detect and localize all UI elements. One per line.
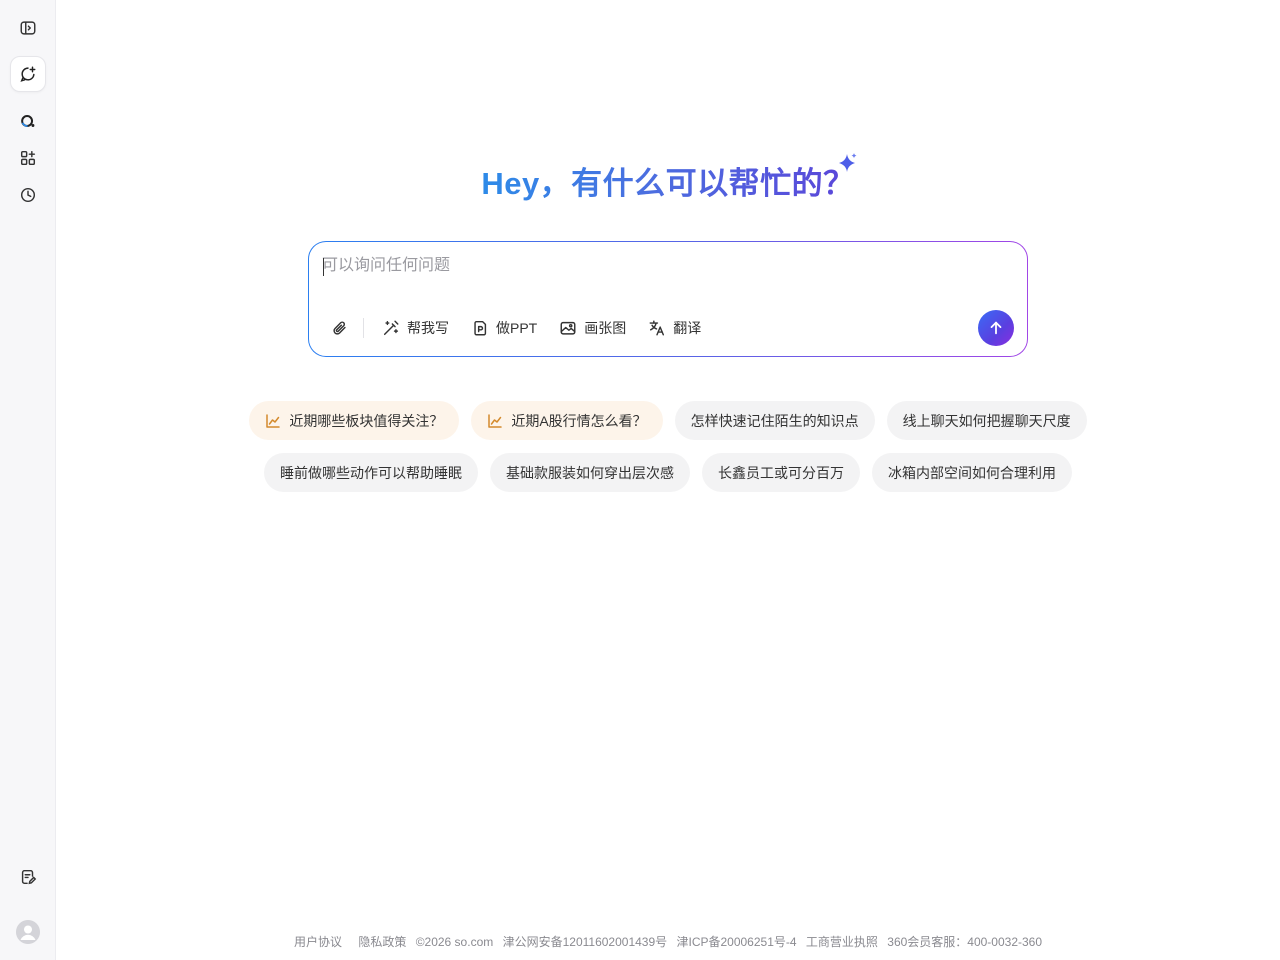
user-avatar[interactable]: [16, 920, 40, 944]
footer: 用户协议 隐私政策 ©2026 so.com 津公网安备120116020014…: [56, 933, 1280, 950]
notes-button[interactable]: [10, 859, 46, 895]
text-caret: [323, 258, 324, 276]
suggestion-chip[interactable]: 冰箱内部空间如何合理利用: [872, 453, 1072, 492]
page-title: Hey，有什么可以帮忙的？: [56, 158, 1280, 203]
suggestion-chip[interactable]: 近期A股行情怎么看？: [471, 401, 663, 440]
new-chat-button[interactable]: [10, 56, 46, 92]
suggestion-row: 睡前做哪些动作可以帮助睡眠 基础款服装如何穿出层次感 长鑫员工或可分百万 冰箱内…: [56, 453, 1280, 492]
new-chat-icon: [20, 66, 36, 82]
composer-toolbar: 帮我写 做PPT 画张图 翻译: [329, 316, 723, 340]
send-button[interactable]: [978, 310, 1014, 346]
suggestion-label: 基础款服装如何穿出层次感: [506, 464, 674, 481]
apps-button[interactable]: [10, 140, 46, 176]
suggestion-label: 长鑫员工或可分百万: [718, 464, 844, 481]
suggestion-label: 近期哪些板块值得关注？: [289, 412, 444, 429]
translate-tool-button[interactable]: 翻译: [648, 318, 701, 338]
magic-wand-icon: [383, 320, 399, 336]
privacy-policy-link[interactable]: 隐私政策: [358, 935, 406, 949]
question-input[interactable]: [322, 254, 962, 278]
search-logo-icon: [21, 115, 35, 127]
image-icon: [560, 321, 576, 335]
suggestion-chip[interactable]: 睡前做哪些动作可以帮助睡眠: [264, 453, 478, 492]
arrow-up-icon: [990, 321, 1002, 335]
composer: 帮我写 做PPT 画张图: [308, 241, 1028, 357]
trend-chart-icon: [266, 413, 281, 428]
ppt-tool-label: 做PPT: [496, 320, 538, 336]
suggestion-chips: 近期哪些板块值得关注？ 近期A股行情怎么看？ 怎样快速记住陌生的知识点 线上聊天…: [56, 401, 1280, 505]
translate-icon: [649, 320, 665, 336]
image-tool-label: 画张图: [584, 320, 627, 336]
suggestion-chip[interactable]: 近期哪些板块值得关注？: [249, 401, 460, 440]
search-logo-button[interactable]: [10, 103, 46, 139]
translate-tool-label: 翻译: [673, 320, 702, 336]
business-license-link[interactable]: 工商营业执照: [806, 935, 878, 949]
suggestion-row: 近期哪些板块值得关注？ 近期A股行情怎么看？ 怎样快速记住陌生的知识点 线上聊天…: [56, 401, 1280, 440]
suggestion-label: 近期A股行情怎么看？: [511, 412, 647, 429]
sparkle-icon: [839, 153, 857, 172]
sidebar-toggle-button[interactable]: [10, 10, 46, 46]
police-record-link[interactable]: 津公网安备12011602001439号: [503, 935, 668, 949]
user-agreement-link[interactable]: 用户协议: [294, 935, 342, 949]
trend-chart-icon: [488, 413, 503, 428]
apps-icon: [20, 150, 36, 166]
main-content: Hey，有什么可以帮忙的？ 可以询问任何问题 帮我写 做PPT 画张图 翻译 近…: [56, 0, 1280, 960]
user-avatar-icon: [16, 920, 40, 944]
suggestion-label: 睡前做哪些动作可以帮助睡眠: [280, 464, 462, 481]
notes-icon: [21, 869, 37, 885]
suggestion-chip[interactable]: 基础款服装如何穿出层次感: [490, 453, 690, 492]
attach-button[interactable]: [329, 317, 351, 339]
write-tool-button[interactable]: 帮我写: [382, 318, 449, 338]
suggestion-chip[interactable]: 线上聊天如何把握聊天尺度: [886, 401, 1087, 440]
write-tool-label: 帮我写: [407, 320, 449, 336]
suggestion-chip[interactable]: 长鑫员工或可分百万: [702, 453, 860, 492]
ppt-tool-button[interactable]: 做PPT: [471, 318, 537, 338]
sidebar: [0, 0, 56, 960]
suggestion-label: 怎样快速记住陌生的知识点: [690, 412, 859, 429]
suggestion-label: 冰箱内部空间如何合理利用: [888, 464, 1056, 481]
suggestion-chip[interactable]: 怎样快速记住陌生的知识点: [674, 401, 875, 440]
suggestion-label: 线上聊天如何把握聊天尺度: [902, 412, 1071, 429]
customer-service-text: 360会员客服：400-0032-360: [887, 935, 1043, 949]
copyright-text: ©2026 so.com: [415, 935, 494, 949]
history-button[interactable]: [10, 177, 46, 213]
icp-record-link[interactable]: 津ICP备20006251号-4: [676, 935, 796, 949]
hero-title: Hey，有什么可以帮忙的？: [481, 158, 854, 203]
ppt-file-icon: [474, 320, 487, 336]
paperclip-icon: [333, 321, 346, 335]
toolbar-divider: [363, 318, 364, 338]
history-icon: [20, 187, 36, 203]
sidebar-toggle-icon: [20, 21, 36, 35]
image-tool-button[interactable]: 画张图: [559, 318, 626, 338]
